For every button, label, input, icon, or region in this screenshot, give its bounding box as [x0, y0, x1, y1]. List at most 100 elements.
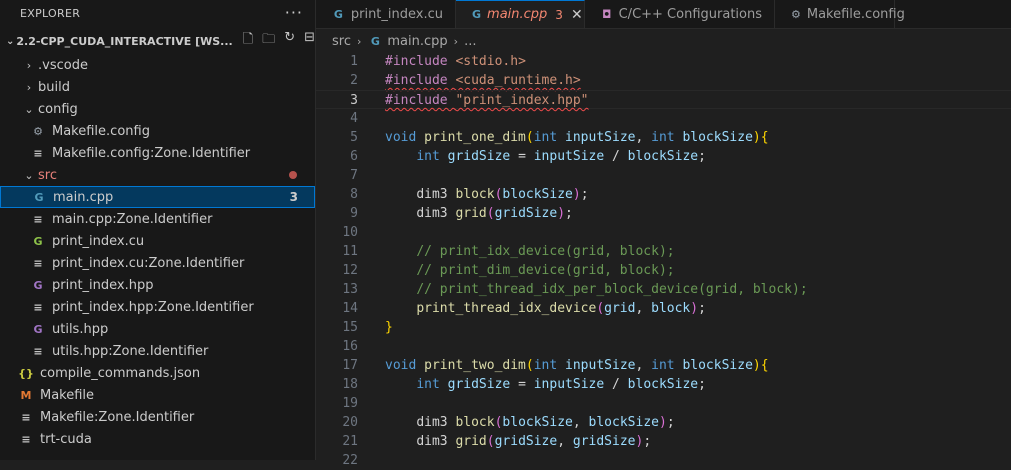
tree-item-label: config	[38, 101, 78, 117]
chevron-right-icon: ›	[26, 80, 32, 94]
code-line[interactable]: 8 dim3 block(blockSize);	[316, 185, 1011, 204]
line-number: 14	[342, 301, 358, 316]
code-text: dim3 block(blockSize, blockSize);	[416, 415, 675, 430]
tree-file[interactable]: {} compile_commands.json	[0, 362, 315, 384]
code-editor[interactable]: 1 #include <stdio.h> 2 #include <cuda_runti…	[316, 52, 1011, 468]
code-text: dim3 grid(gridSize, gridSize);	[416, 434, 652, 449]
code-text: // print_thread_idx_per_block_device(gri…	[416, 282, 808, 297]
code-line[interactable]: 20 dim3 block(blockSize, blockSize);	[316, 413, 1011, 432]
tree-file[interactable]: Gmain.cpp 3	[0, 186, 315, 208]
refresh-icon[interactable]: ↻	[284, 30, 295, 52]
tree-item-label: print_index.cu	[52, 233, 145, 249]
code-line[interactable]: 4	[316, 109, 1011, 128]
code-line[interactable]: 18 int gridSize = inputSize / blockSize;	[316, 375, 1011, 394]
code-line[interactable]: 1 #include <stdio.h>	[316, 52, 1011, 71]
more-actions-icon[interactable]: ···	[285, 5, 303, 21]
cpp-file-icon: G	[472, 8, 482, 21]
tree-folder-build[interactable]: › build	[0, 76, 315, 98]
tree-file[interactable]: ≡ print_index.cu:Zone.Identifier	[0, 252, 315, 274]
code-line[interactable]: 15}	[316, 318, 1011, 337]
line-number: 21	[342, 434, 358, 449]
tree-file[interactable]: Gprint_index.hpp	[0, 274, 315, 296]
code-line[interactable]: 2 #include <cuda_runtime.h>	[316, 71, 1011, 90]
tree-item-label: trt-cuda	[40, 431, 92, 447]
code-text: dim3 block(blockSize);	[416, 187, 589, 202]
chevron-right-icon: ›	[356, 34, 362, 48]
tab-label: print_index.cu	[350, 6, 443, 22]
code-line[interactable]: 6 int gridSize = inputSize / blockSize;	[316, 147, 1011, 166]
tree-file[interactable]: ≡ trt-cuda	[0, 428, 315, 450]
tree-file[interactable]: ≡ print_index.hpp:Zone.Identifier	[0, 296, 315, 318]
editor-tab[interactable]: Gprint_index.cu	[316, 0, 456, 28]
tree-file[interactable]: ≡ Makefile:Zone.Identifier	[0, 406, 315, 428]
cpp-file-icon: G	[34, 190, 44, 204]
problem-count-badge: 3	[289, 190, 298, 204]
tree-item-label: Makefile.config	[52, 123, 150, 139]
hpp-file-icon: G	[33, 278, 43, 292]
json-icon: {}	[18, 366, 34, 380]
tree-item-label: main.cpp	[53, 189, 114, 205]
tree-file[interactable]: ⚙ Makefile.config	[0, 120, 315, 142]
line-number: 13	[342, 282, 358, 297]
tree-file[interactable]: M Makefile	[0, 384, 315, 406]
line-number: 10	[342, 225, 358, 240]
chevron-down-icon: ⌄	[6, 35, 15, 47]
text-file-icon: ≡	[21, 432, 31, 446]
editor-tab[interactable]: ⚙ Makefile.config	[775, 0, 905, 28]
tree-folder-src[interactable]: ⌄ src	[0, 164, 315, 186]
tab-label: C/C++ Configurations	[618, 6, 762, 22]
code-text: #include <cuda_runtime.h>	[385, 73, 581, 88]
code-text: #include <stdio.h>	[385, 54, 526, 69]
new-folder-icon[interactable]: 🗀	[262, 30, 275, 52]
code-line[interactable]: 10	[316, 223, 1011, 242]
code-line[interactable]: 14 print_thread_idx_device(grid, block);	[316, 299, 1011, 318]
line-number: 16	[342, 339, 358, 354]
code-text: int gridSize = inputSize / blockSize;	[416, 377, 706, 392]
editor-tab[interactable]: Gmain.cpp 3 ✕	[456, 0, 585, 28]
code-line[interactable]: 3 #include "print_index.hpp"	[316, 90, 1011, 109]
line-number: 6	[350, 149, 358, 164]
code-text: dim3 grid(gridSize);	[416, 206, 573, 221]
close-icon[interactable]: ✕	[571, 7, 583, 23]
code-line[interactable]: 19	[316, 394, 1011, 413]
code-line[interactable]: 21 dim3 grid(gridSize, gridSize);	[316, 432, 1011, 451]
line-number: 9	[350, 206, 358, 221]
code-line[interactable]: 5 void print_one_dim(int inputSize, int b…	[316, 128, 1011, 147]
tree-file[interactable]: Gutils.hpp	[0, 318, 315, 340]
tree-item-label: Makefile.config:Zone.Identifier	[52, 145, 251, 161]
gear-icon: ⚙	[791, 7, 801, 21]
tree-file[interactable]: ≡ Makefile.config:Zone.Identifier	[0, 142, 315, 164]
code-line[interactable]: 12 // print_dim_device(grid, block);	[316, 261, 1011, 280]
tree-folder-vscode[interactable]: › .vscode	[0, 54, 315, 76]
line-number: 12	[342, 263, 358, 278]
tree-folder-config[interactable]: ⌄ config	[0, 98, 315, 120]
breadcrumb-folder[interactable]: src	[332, 34, 351, 49]
new-file-icon[interactable]: 🗋	[243, 30, 253, 52]
breadcrumb-file[interactable]: main.cpp	[387, 34, 447, 49]
code-text: void print_two_dim(int inputSize, int bl…	[385, 358, 769, 373]
breadcrumb-more[interactable]: ...	[464, 34, 476, 49]
code-line[interactable]: 11 // print_idx_device(grid, block);	[316, 242, 1011, 261]
collapse-all-icon[interactable]: ⊟	[304, 30, 315, 52]
code-text: }	[385, 320, 393, 335]
tab-label: main.cpp	[487, 7, 548, 22]
tree-item-label: print_index.cu:Zone.Identifier	[52, 255, 245, 271]
editor-tab[interactable]: ◘ C/C++ Configurations	[585, 0, 775, 28]
workspace-root[interactable]: ⌄ 2.2-CPP_CUDA_INTERACTIVE [WS... 🗋 🗀 ↻ …	[0, 28, 315, 54]
code-line[interactable]: 17 void print_two_dim(int inputSize, int …	[316, 356, 1011, 375]
hpp-file-icon: G	[33, 322, 43, 336]
tree-item-label: src	[38, 167, 57, 183]
code-line[interactable]: 7	[316, 166, 1011, 185]
code-line[interactable]: 13 // print_thread_idx_per_block_device(…	[316, 280, 1011, 299]
line-number: 20	[342, 415, 358, 430]
cpp-file-icon: G	[370, 34, 380, 48]
cuda-file-icon: G	[33, 234, 43, 248]
code-line[interactable]: 22	[316, 451, 1011, 470]
tree-file[interactable]: Gprint_index.cu	[0, 230, 315, 252]
tree-file[interactable]: ≡ main.cpp:Zone.Identifier	[0, 208, 315, 230]
code-line[interactable]: 16	[316, 337, 1011, 356]
code-line[interactable]: 9 dim3 grid(gridSize);	[316, 204, 1011, 223]
tree-file[interactable]: ≡ utils.hpp:Zone.Identifier	[0, 340, 315, 362]
tree-item-label: print_index.hpp	[52, 277, 154, 293]
workspace-title: 2.2-CPP_CUDA_INTERACTIVE [WS...	[16, 34, 233, 48]
